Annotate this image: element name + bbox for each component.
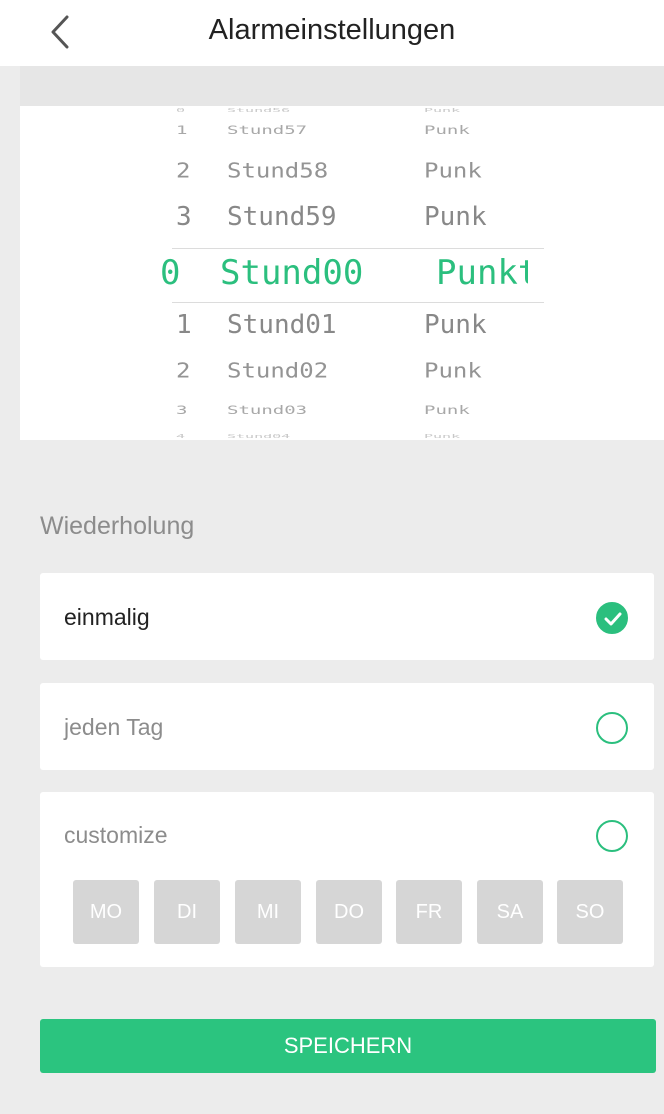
picker-row-number: 0 [176, 107, 186, 114]
picker-row-hour: Stund02 [227, 359, 329, 383]
day-button-mo[interactable]: MO [73, 880, 139, 944]
picker-row-hour: Stund01 [227, 310, 337, 340]
picker-row[interactable]: 1 Stund01 Punk [20, 310, 664, 350]
day-button-fr[interactable]: FR [396, 880, 462, 944]
picker-row-number: 0 [160, 253, 181, 293]
picker-row-number: 1 [176, 123, 188, 138]
picker-row-hour: Stund00 [220, 253, 364, 293]
selection-line-bottom [172, 302, 544, 303]
picker-row-number: 2 [176, 159, 191, 183]
picker-row-label: Punk [424, 310, 487, 340]
picker-row[interactable]: 3 Stund59 Punk [20, 202, 664, 242]
picker-top-band [20, 66, 664, 106]
day-button-do[interactable]: DO [316, 880, 382, 944]
time-wheel-picker[interactable]: 0 Stund56 Punk 1 Stund57 Punk 2 Stund58 … [20, 106, 664, 440]
check-circle-icon [596, 602, 628, 634]
picker-row[interactable]: 1 Stund57 Punk [20, 124, 664, 149]
picker-row-hour: Stund57 [227, 123, 308, 138]
picker-row-label: Punk [424, 202, 487, 232]
picker-row-hour: Stund56 [227, 107, 291, 114]
picker-row-hour: Stund04 [227, 433, 291, 440]
option-once[interactable]: einmalig [40, 573, 654, 660]
picker-row-number: 4 [176, 433, 186, 440]
picker-row-label: Punk [424, 107, 461, 114]
header-bar: Alarmeinstellungen [0, 0, 664, 66]
picker-row-label: Punk [424, 403, 470, 418]
option-every-day-label: jeden Tag [64, 714, 164, 740]
picker-row-hour: Stund03 [227, 403, 308, 418]
radio-circle-icon [596, 712, 628, 744]
option-customize-label: customize [64, 822, 168, 848]
picker-row-label: Punk [424, 123, 470, 138]
picker-row-number: 2 [176, 359, 191, 383]
picker-row-number: 1 [176, 310, 192, 340]
option-customize[interactable]: customize MO DI MI DO FR SA SO [40, 792, 654, 967]
save-button[interactable]: SPEICHERN [40, 1019, 656, 1073]
picker-row-label: Punk [424, 159, 482, 183]
repeat-section-label: Wiederholung [40, 512, 195, 540]
picker-row-selected[interactable]: 0 Stund00 Punkt [20, 253, 664, 299]
picker-row-number: 3 [176, 202, 192, 232]
option-every-day[interactable]: jeden Tag [40, 683, 654, 770]
picker-row-label: Punk [424, 433, 461, 440]
picker-row[interactable]: 4 Stund04 Punk [20, 433, 664, 440]
day-button-di[interactable]: DI [154, 880, 220, 944]
picker-row[interactable]: 2 Stund02 Punk [20, 359, 664, 393]
selection-line-top [172, 248, 544, 249]
picker-row[interactable]: 2 Stund58 Punk [20, 159, 664, 193]
option-once-label: einmalig [64, 604, 150, 630]
picker-row-label: Punk [424, 359, 482, 383]
picker-row[interactable]: 0 Stund56 Punk [20, 107, 664, 121]
radio-circle-icon [596, 820, 628, 852]
page-title: Alarmeinstellungen [208, 14, 456, 46]
picker-row-number: 3 [176, 403, 188, 418]
day-button-sa[interactable]: SA [477, 880, 543, 944]
picker-row-label: Punkt [436, 253, 528, 293]
picker-row-hour: Stund58 [227, 159, 329, 183]
day-button-so[interactable]: SO [557, 880, 623, 944]
picker-row[interactable]: 3 Stund03 Punk [20, 404, 664, 429]
picker-row-hour: Stund59 [227, 202, 337, 232]
day-button-mi[interactable]: MI [235, 880, 301, 944]
